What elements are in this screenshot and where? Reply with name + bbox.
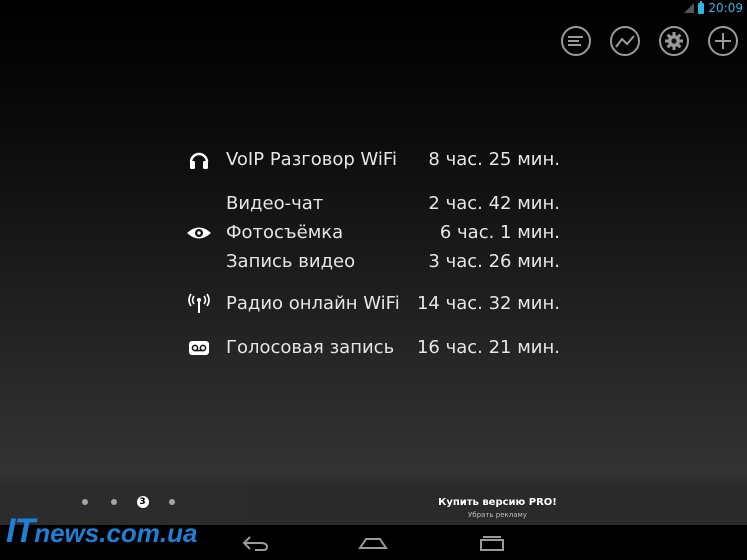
usage-value: 16 час. 21 мин. xyxy=(416,337,560,358)
page-dot-1[interactable] xyxy=(81,499,88,505)
voicemail-icon xyxy=(186,335,212,361)
status-icons: 20:09 xyxy=(684,0,743,15)
usage-label: Радио онлайн WiFi xyxy=(226,293,400,314)
back-button[interactable] xyxy=(237,532,273,554)
chart-line-icon xyxy=(615,35,635,48)
plus-icon xyxy=(715,33,731,49)
gear-icon xyxy=(665,32,683,50)
usage-label: Видео-чат xyxy=(226,193,324,214)
usage-value: 8 час. 25 мин. xyxy=(428,149,560,170)
page-indicator: 3 xyxy=(70,496,186,508)
usage-value: 2 час. 42 мин. xyxy=(428,193,560,214)
page-dot-2[interactable] xyxy=(110,499,117,505)
itnews-logo: ITnews.com.ua xyxy=(6,512,198,550)
page-dot-4[interactable] xyxy=(168,499,175,505)
eye-icon xyxy=(186,220,212,246)
usage-value: 3 час. 26 мин. xyxy=(428,251,560,272)
summary-list-button[interactable] xyxy=(561,26,591,56)
usage-row-voice-record: Голосовая запись 16 час. 21 мин. xyxy=(0,335,747,361)
usage-row-video-record: Запись видео 3 час. 26 мин. xyxy=(0,249,747,275)
page-dot-current[interactable]: 3 xyxy=(136,496,149,508)
recent-apps-icon xyxy=(480,536,504,551)
usage-value: 14 час. 32 мин. xyxy=(416,293,560,314)
settings-button[interactable] xyxy=(659,26,689,56)
home-icon xyxy=(358,538,388,549)
usage-row-radio: Радио онлайн WiFi 14 час. 32 мин. xyxy=(0,291,747,317)
home-button[interactable] xyxy=(355,532,391,554)
remove-ads-text: Убрать рекламу xyxy=(468,511,527,519)
list-icon xyxy=(568,36,583,46)
status-clock: 20:09 xyxy=(708,1,743,15)
chart-button[interactable] xyxy=(610,26,640,56)
usage-label: Голосовая запись xyxy=(226,337,395,358)
usage-label: Запись видео xyxy=(226,251,356,272)
headset-icon xyxy=(186,147,212,173)
back-icon xyxy=(242,536,269,551)
usage-row-video-chat: Видео-чат 2 час. 42 мин. xyxy=(0,191,747,217)
signal-icon xyxy=(684,3,695,13)
add-button[interactable] xyxy=(708,26,738,56)
usage-value: 6 час. 1 мин. xyxy=(439,222,560,243)
status-bar: 20:09 xyxy=(0,0,747,18)
usage-label: Фотосъёмка xyxy=(226,222,344,243)
battery-icon xyxy=(698,0,705,14)
usage-row-photo: Фотосъёмка 6 час. 1 мин. xyxy=(0,220,747,246)
recent-apps-button[interactable] xyxy=(474,532,510,554)
usage-row-voip: VoIP Разговор WiFi 8 час. 25 мин. xyxy=(0,147,747,173)
usage-label: VoIP Разговор WiFi xyxy=(226,149,397,170)
buy-pro-link[interactable]: Купить версию PRO! xyxy=(248,497,747,508)
radio-antenna-icon xyxy=(186,291,212,317)
